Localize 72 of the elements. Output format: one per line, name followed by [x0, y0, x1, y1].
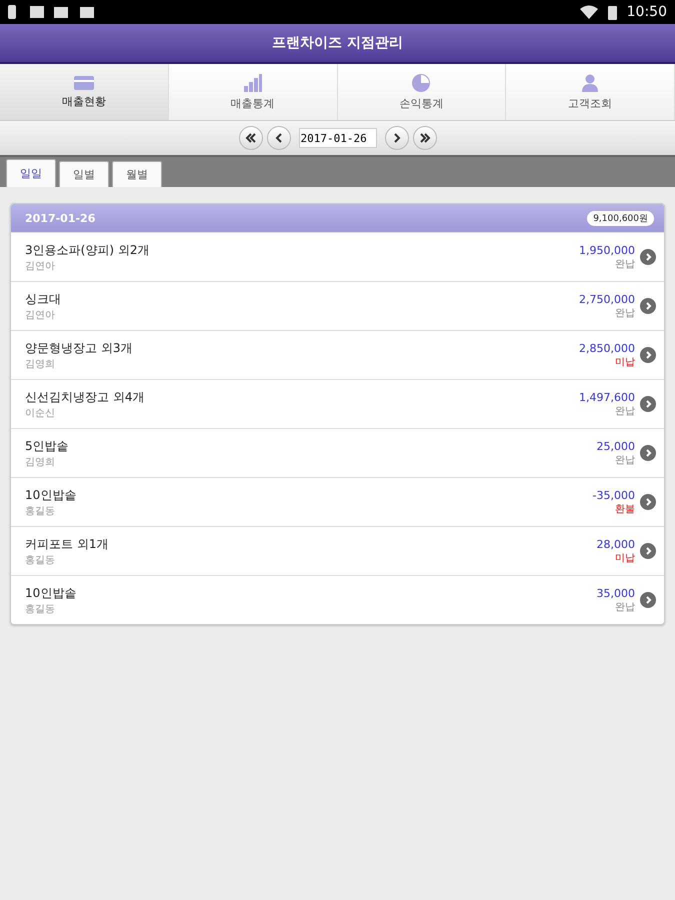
chevron-right-icon[interactable] — [640, 494, 656, 510]
clock: 10:50 — [626, 4, 667, 20]
payment-status: 완납 — [615, 600, 635, 614]
sale-row[interactable]: 싱크대 김연아 2,750,000 완납 — [11, 281, 664, 330]
amount: 28,000 — [596, 538, 635, 550]
payment-status: 완납 — [615, 454, 635, 466]
period-tab[interactable]: 일일 — [6, 159, 56, 187]
payment-status: 완납 — [615, 404, 635, 418]
payment-status: 미납 — [615, 552, 635, 564]
payment-status: 환불 — [615, 502, 635, 516]
item-name: 양문형냉장고 외3개 — [25, 340, 134, 356]
sale-row[interactable]: 3인용소파(양피) 외2개 김연아 1,950,000 완납 — [11, 232, 664, 281]
group-date: 2017-01-26 — [25, 212, 96, 224]
last-button[interactable] — [412, 126, 436, 150]
item-name: 커피포트 외1개 — [25, 536, 110, 552]
total-badge: 9,100,600원 — [587, 210, 654, 226]
chevron-right-icon[interactable] — [640, 396, 656, 412]
payment-status: 완납 — [615, 258, 635, 270]
chevron-right-icon[interactable] — [640, 298, 656, 314]
sale-row[interactable]: 신선김치냉장고 외4개 이순신 1,497,600 완납 — [11, 379, 664, 428]
customer-name: 홍길동 — [25, 504, 56, 518]
wifi-icon — [580, 5, 598, 19]
amount: 1,950,000 — [579, 244, 635, 256]
bar-chart-icon — [244, 74, 262, 92]
previous-button[interactable] — [266, 126, 290, 150]
battery-icon — [608, 4, 617, 20]
payment-status: 미납 — [615, 356, 635, 368]
amount: 2,850,000 — [579, 342, 635, 354]
customer-name: 김영희 — [25, 456, 56, 468]
amount: -35,000 — [592, 488, 635, 502]
item-name: 10인밥솥 — [25, 584, 78, 602]
nav-tab[interactable]: 매출통계 — [168, 64, 338, 120]
person-icon — [581, 74, 600, 92]
customer-name: 김영희 — [25, 358, 56, 370]
sale-row[interactable]: 커피포트 외1개 홍길동 28,000 미납 — [11, 526, 664, 575]
sale-row[interactable]: 10인밥솥 홍길동 35,000 완납 — [11, 575, 664, 624]
period-tab[interactable]: 일별 — [59, 161, 109, 187]
customer-name: 이순신 — [25, 406, 56, 420]
item-name: 싱크대 — [25, 290, 62, 308]
next-button[interactable] — [384, 126, 408, 150]
sale-row[interactable]: 양문형냉장고 외3개 김영희 2,850,000 미납 — [11, 330, 664, 379]
amount: 25,000 — [596, 440, 635, 452]
first-button[interactable] — [238, 126, 262, 150]
item-name: 3인용소파(양피) 외2개 — [25, 242, 150, 258]
payment-status: 완납 — [615, 306, 635, 320]
double-chevron-icon — [418, 132, 430, 144]
customer-name: 김연아 — [25, 308, 56, 322]
nav-tab[interactable]: 매출현황 — [0, 64, 169, 120]
nav-tab[interactable]: 고객조회 — [506, 64, 675, 120]
card-icon — [74, 76, 94, 90]
date-field[interactable]: 2017-01-26 — [298, 128, 376, 148]
amount: 1,497,600 — [579, 390, 635, 404]
nav-tab[interactable]: 손익통계 — [338, 64, 506, 120]
item-name: 10인밥솥 — [25, 486, 78, 504]
sale-row[interactable]: 10인밥솥 홍길동 -35,000 환불 — [11, 477, 664, 526]
chevron-right-icon[interactable] — [640, 445, 656, 461]
app-title: 프랜차이즈 지점관리 — [272, 34, 403, 52]
chevron-right-icon[interactable] — [640, 347, 656, 363]
double-chevron-icon — [244, 132, 256, 144]
customer-name: 홍길동 — [25, 602, 56, 616]
customer-name: 홍길동 — [25, 554, 56, 566]
chevron-right-icon[interactable] — [640, 592, 656, 608]
item-name: 5인밥솥 — [25, 438, 70, 454]
amount: 2,750,000 — [579, 292, 635, 306]
pie-chart-icon — [412, 74, 430, 92]
chevron-right-icon[interactable] — [640, 543, 656, 559]
sale-row[interactable]: 5인밥솥 김영희 25,000 완납 — [11, 428, 664, 477]
amount: 35,000 — [596, 586, 635, 600]
chevron-right-icon[interactable] — [640, 249, 656, 265]
customer-name: 김연아 — [25, 260, 56, 272]
period-tab[interactable]: 월별 — [112, 161, 162, 187]
item-name: 신선김치냉장고 외4개 — [25, 388, 146, 406]
